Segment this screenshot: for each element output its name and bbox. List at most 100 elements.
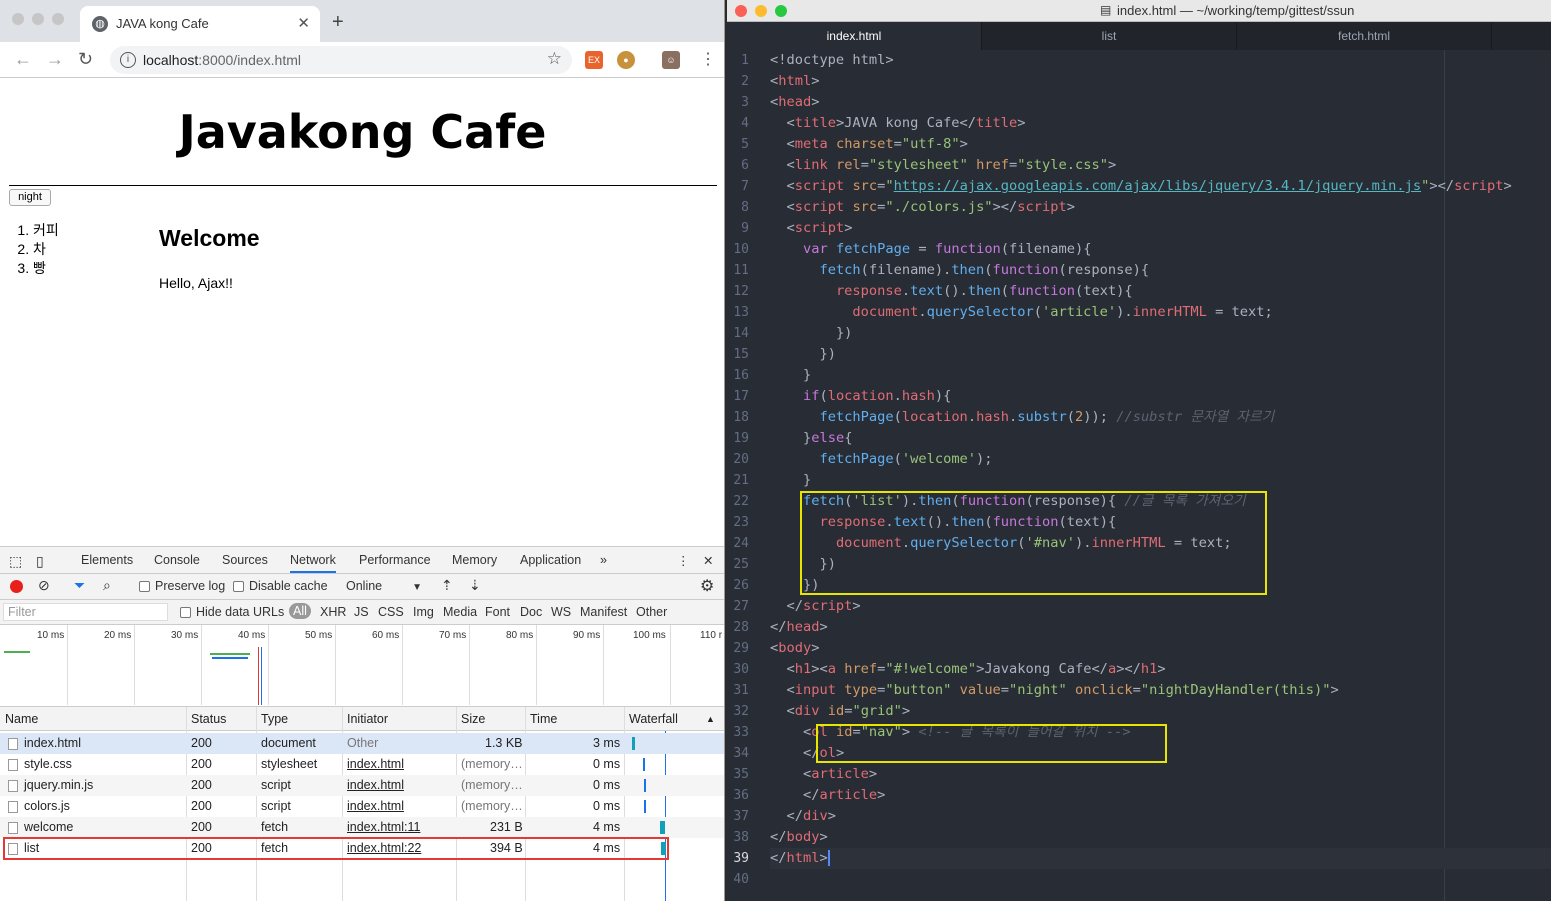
browser-tab[interactable]: ◍ JAVA kong Cafe ✕	[80, 6, 320, 42]
settings-gear-icon[interactable]: ⚙	[700, 576, 714, 596]
bookmark-star-icon[interactable]: ☆	[547, 49, 562, 69]
close-window-button[interactable]	[12, 13, 24, 25]
network-request-table: Name Status Type Initiator Size Time Wat…	[0, 707, 724, 901]
type-filter-other[interactable]: Other	[636, 605, 667, 619]
table-row[interactable]: jquery.min.js 200 script index.html (mem…	[0, 775, 724, 796]
profile-avatar[interactable]: ☺	[662, 51, 680, 69]
cell-name[interactable]: jquery.min.js	[8, 778, 93, 792]
extension-icon[interactable]: EX	[585, 51, 603, 69]
filter-input[interactable]: Filter	[3, 603, 168, 621]
type-filter-img[interactable]: Img	[413, 605, 434, 619]
maximize-window-button[interactable]	[52, 13, 64, 25]
cell-initiator[interactable]: index.html	[347, 757, 404, 771]
close-tab-icon[interactable]: ✕	[297, 14, 310, 32]
checkbox-box[interactable]	[180, 607, 191, 619]
column-header-waterfall[interactable]: Waterfall	[629, 712, 678, 726]
article-text: Hello, Ajax!!	[159, 275, 233, 291]
code-line: }	[802, 472, 812, 488]
nav-item[interactable]: 빵	[33, 259, 59, 278]
waterfall-bar	[632, 737, 635, 750]
more-tabs-icon[interactable]: »	[600, 553, 607, 567]
network-overview-timeline[interactable]: 10 ms 20 ms 30 ms 40 ms 50 ms 60 ms 70 m…	[0, 625, 724, 707]
column-header-name[interactable]: Name	[5, 712, 38, 726]
disable-cache-checkbox[interactable]: Disable cache	[233, 579, 328, 593]
column-header-size[interactable]: Size	[461, 712, 485, 726]
maximize-window-button[interactable]	[775, 5, 787, 17]
nav-item[interactable]: 커피	[33, 221, 59, 240]
reload-icon[interactable]: ↻	[78, 49, 93, 70]
tab-network[interactable]: Network	[290, 553, 336, 573]
type-filter-media[interactable]: Media	[443, 605, 477, 619]
cell-initiator[interactable]: index.html:11	[347, 820, 420, 834]
column-header-type[interactable]: Type	[261, 712, 288, 726]
tab-console[interactable]: Console	[154, 553, 200, 567]
hide-data-urls-checkbox[interactable]: Hide data URLs	[180, 605, 284, 619]
new-tab-icon[interactable]: +	[332, 11, 344, 34]
table-row[interactable]: welcome 200 fetch index.html:11 231 B 4 …	[0, 817, 724, 838]
clear-icon[interactable]: ⊘	[38, 577, 50, 594]
cookie-icon[interactable]: ●	[617, 51, 635, 69]
inspect-icon[interactable]: ⬚	[9, 553, 22, 570]
column-header-status[interactable]: Status	[191, 712, 226, 726]
minimize-window-button[interactable]	[755, 5, 767, 17]
waterfall-bar	[644, 800, 646, 813]
nav-item[interactable]: 차	[33, 240, 59, 259]
cell-initiator[interactable]: index.html	[347, 778, 404, 792]
cell-initiator[interactable]: index.html	[347, 799, 404, 813]
tab-strip: ◍ JAVA kong Cafe ✕ +	[0, 0, 724, 42]
table-row[interactable]: list 200 fetch index.html:22 394 B 4 ms	[0, 837, 724, 860]
type-filter-manifest[interactable]: Manifest	[580, 605, 627, 619]
page-title[interactable]: Javakong Cafe	[0, 105, 724, 159]
tab-memory[interactable]: Memory	[452, 553, 497, 567]
filter-icon[interactable]: ⏷	[74, 577, 85, 594]
table-row[interactable]: style.css 200 stylesheet index.html (mem…	[0, 754, 724, 775]
checkbox-box[interactable]	[233, 581, 244, 593]
editor-tab-fetch[interactable]: fetch.html	[1237, 22, 1492, 50]
minimize-window-button[interactable]	[32, 13, 44, 25]
menu-icon[interactable]: ⋮	[700, 49, 716, 69]
close-window-button[interactable]	[735, 5, 747, 17]
cell-name[interactable]: index.html	[8, 736, 81, 750]
column-header-initiator[interactable]: Initiator	[347, 712, 388, 726]
code-area[interactable]: <!doctype html> <html> <head> <title>JAV…	[770, 50, 1550, 901]
request-name: colors.js	[24, 799, 70, 813]
table-row[interactable]: index.html 200 document Other 1.3 KB 3 m…	[0, 733, 724, 754]
close-devtools-icon[interactable]: ✕	[703, 553, 713, 568]
cell-name[interactable]: style.css	[8, 757, 72, 771]
type-filter-xhr[interactable]: XHR	[320, 605, 346, 619]
preserve-log-checkbox[interactable]: Preserve log	[139, 579, 225, 593]
type-filter-font[interactable]: Font	[485, 605, 510, 619]
kebab-menu-icon[interactable]: ⋮	[677, 553, 690, 568]
tab-performance[interactable]: Performance	[359, 553, 431, 567]
throttle-value: Online	[346, 579, 383, 593]
back-icon[interactable]: ←	[14, 49, 32, 70]
record-icon[interactable]	[10, 580, 23, 593]
cell-name[interactable]: welcome	[8, 820, 73, 834]
cell-name[interactable]: colors.js	[8, 799, 70, 813]
column-header-time[interactable]: Time	[530, 712, 557, 726]
editor-tab-index[interactable]: index.html	[727, 22, 982, 50]
table-row[interactable]: colors.js 200 script index.html (memory……	[0, 796, 724, 817]
info-icon[interactable]: i	[120, 52, 136, 68]
type-filter-css[interactable]: CSS	[378, 605, 404, 619]
type-filter-all[interactable]: All	[289, 603, 311, 619]
night-button[interactable]: night	[9, 189, 51, 206]
timeline-gridline	[268, 625, 269, 705]
checkbox-box[interactable]	[139, 581, 150, 593]
forward-icon[interactable]: →	[46, 49, 64, 70]
url-field[interactable]: i localhost:8000/index.html ☆	[110, 46, 572, 74]
line-number: 1	[741, 53, 749, 68]
tab-elements[interactable]: Elements	[81, 553, 133, 567]
import-icon[interactable]: ⇡	[441, 577, 453, 594]
tab-application[interactable]: Application	[520, 553, 581, 567]
type-filter-js[interactable]: JS	[354, 605, 369, 619]
editor-tab-list[interactable]: list	[982, 22, 1237, 50]
type-filter-ws[interactable]: WS	[551, 605, 571, 619]
export-icon[interactable]: ⇣	[469, 577, 481, 594]
search-icon[interactable]: ⌕	[103, 577, 111, 594]
device-toggle-icon[interactable]: ▯	[36, 553, 44, 570]
type-filter-doc[interactable]: Doc	[520, 605, 542, 619]
tab-sources[interactable]: Sources	[222, 553, 268, 567]
throttle-select[interactable]: Online ▼	[346, 579, 422, 593]
sort-ascending-icon[interactable]: ▲	[706, 714, 715, 724]
